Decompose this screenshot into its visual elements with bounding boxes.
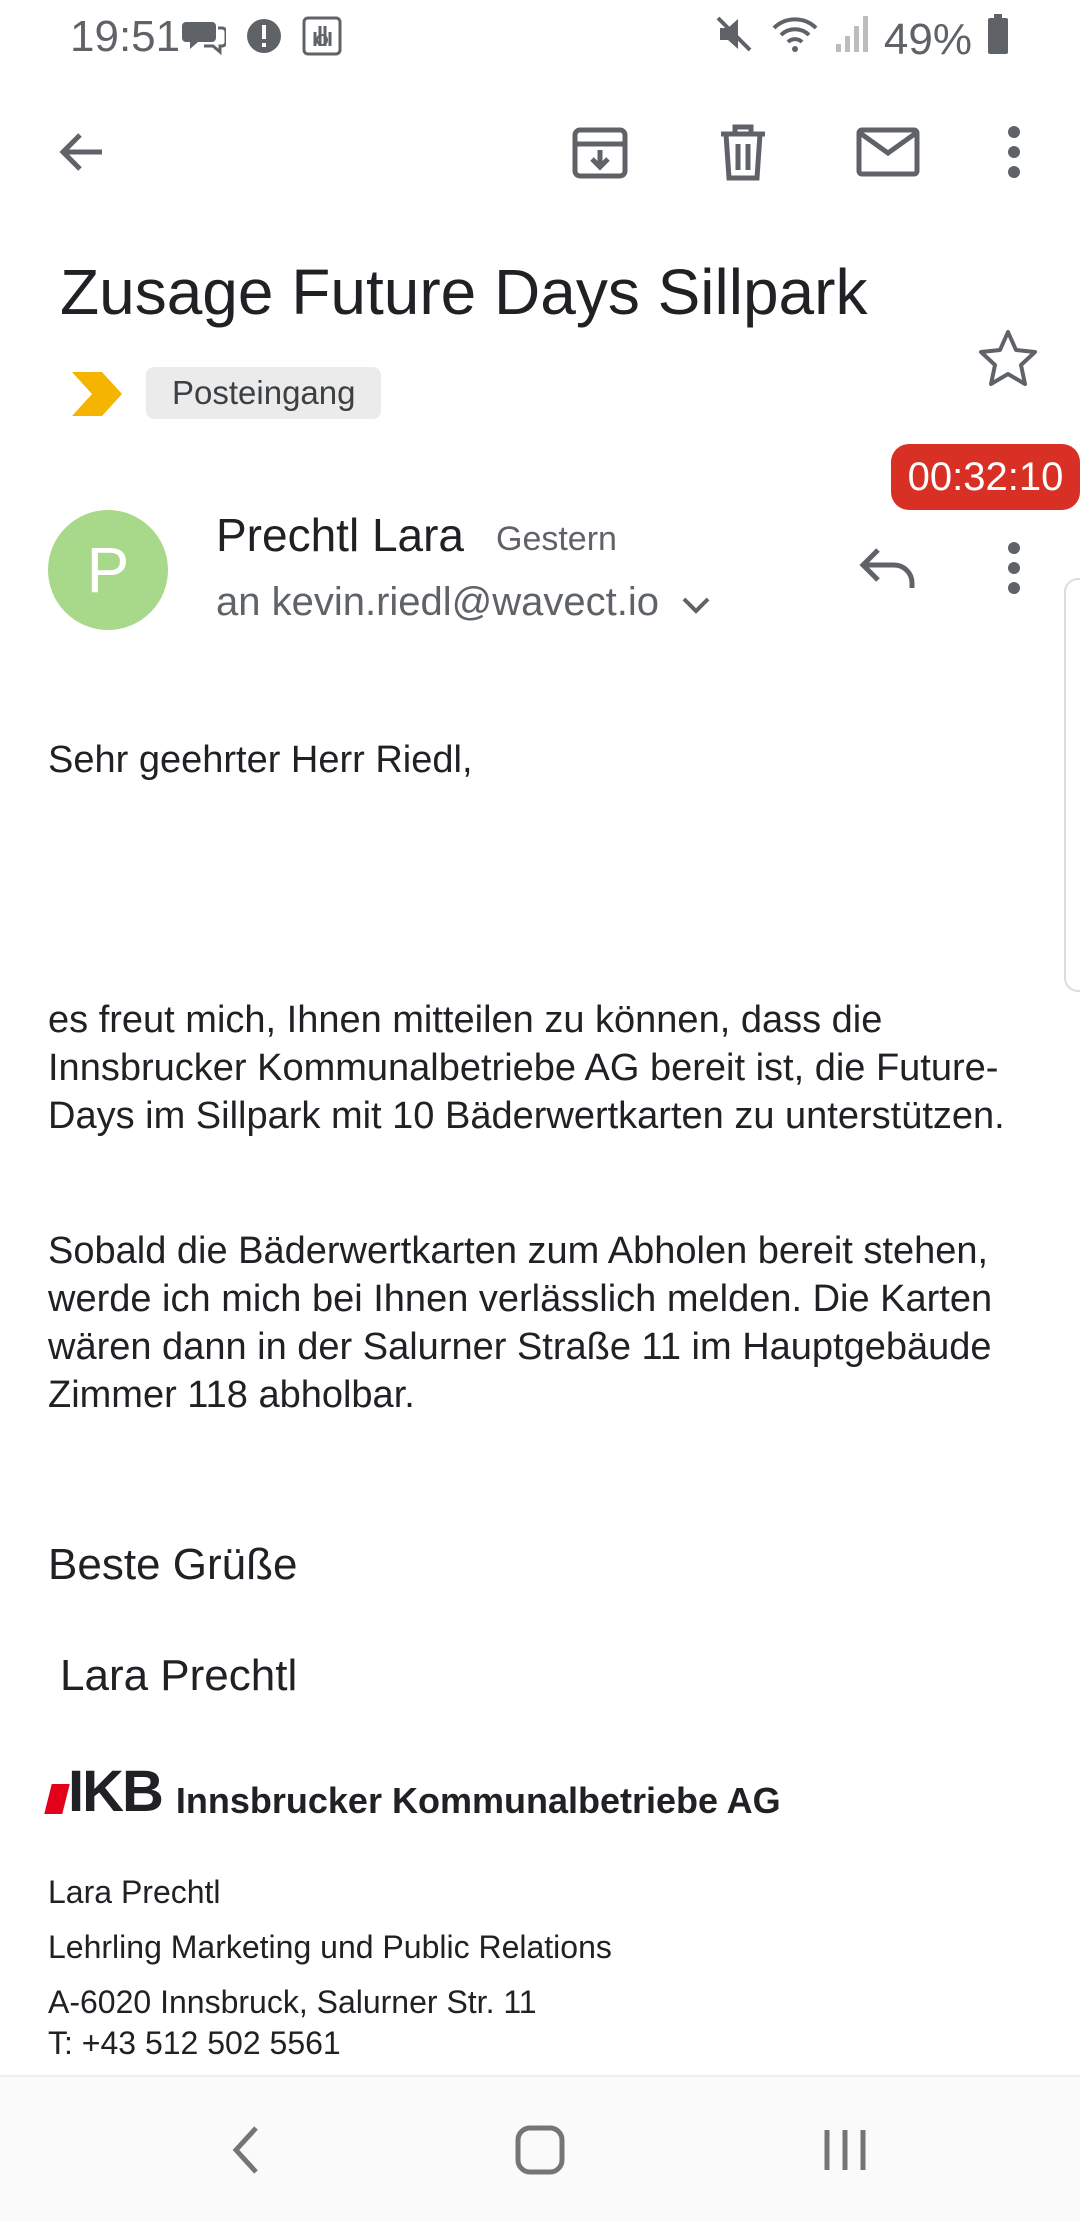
system-icons: 49% <box>712 12 1010 67</box>
battery-icon <box>986 13 1010 66</box>
body-paragraph-2: Sobald die Bäderwertkarten zum Abholen b… <box>48 1230 993 1416</box>
back-button[interactable] <box>32 104 132 204</box>
more-options-button[interactable] <box>964 104 1064 204</box>
chat-bubble-icon <box>182 16 228 67</box>
signature-role: Lehrling Marketing und Public Relations <box>48 1929 612 1965</box>
mark-unread-button[interactable] <box>838 104 938 204</box>
chevron-down-icon <box>681 580 711 625</box>
alert-icon <box>244 16 284 67</box>
wifi-icon <box>770 12 820 67</box>
mute-icon <box>712 12 756 67</box>
side-panel-handle[interactable] <box>1064 578 1080 992</box>
company-name: Innsbrucker Kommunalbetriebe AG <box>175 1780 781 1821</box>
nav-recents-button[interactable] <box>800 2107 890 2197</box>
chevron-left-icon <box>230 2124 260 2181</box>
arrow-left-icon <box>54 124 110 185</box>
archive-button[interactable] <box>550 104 650 204</box>
system-nav-bar <box>0 2075 1080 2222</box>
signature-address: A-6020 Innsbruck, Salurner Str. 11 <box>48 1984 537 2020</box>
gesture-app-icon <box>302 16 342 67</box>
email-subject: Zusage Future Days Sillpark <box>60 256 868 328</box>
greeting-text: Sehr geehrter Herr Riedl, <box>48 739 473 781</box>
logo-red-mark <box>44 1784 70 1814</box>
more-vert-icon <box>1006 540 1022 601</box>
message-more-button[interactable] <box>964 520 1064 620</box>
sender-name: Prechtl Lara <box>216 509 465 561</box>
reply-icon <box>858 544 918 597</box>
archive-icon <box>570 122 630 187</box>
home-square-icon <box>514 2124 566 2181</box>
nav-back-button[interactable] <box>200 2107 290 2197</box>
battery-percent: 49% <box>883 14 972 64</box>
label-chip[interactable]: Posteingang <box>146 367 382 419</box>
recents-icon <box>821 2126 869 2179</box>
reply-button[interactable] <box>838 520 938 620</box>
star-icon <box>977 328 1039 393</box>
recipient-text: an kevin.riedl@wavect.io <box>216 580 660 624</box>
status-time: 19:51 <box>70 12 181 61</box>
notification-icons <box>182 16 342 67</box>
body-paragraph-1: es freut mich, Ihnen mitteilen zu können… <box>48 999 1005 1137</box>
recipient-details[interactable]: an kevin.riedl@wavect.io <box>216 580 711 625</box>
mail-icon <box>856 126 920 183</box>
signature-name: Lara Prechtl <box>48 1874 221 1910</box>
signature-phone: T: +43 512 502 5561 <box>48 2025 341 2061</box>
importance-marker-icon[interactable] <box>72 372 124 421</box>
delete-button[interactable] <box>693 104 793 204</box>
closing-text: Beste Grüße <box>48 1540 298 1589</box>
company-logo: IKB Innsbrucker Kommunalbetriebe AG <box>44 1759 781 1824</box>
nav-home-button[interactable] <box>495 2107 585 2197</box>
email-date: Gestern <box>496 520 617 558</box>
avatar[interactable]: P <box>48 510 168 630</box>
recording-timer: 00:32:10 <box>891 444 1080 510</box>
star-button[interactable] <box>958 310 1058 410</box>
signal-icon <box>834 14 870 65</box>
status-bar: 19:51 49% <box>0 0 1080 72</box>
trash-icon <box>715 122 771 187</box>
logo-text: IKB <box>68 1759 164 1824</box>
more-vert-icon <box>1006 124 1022 185</box>
signature-name-text: Lara Prechtl <box>60 1651 298 1700</box>
